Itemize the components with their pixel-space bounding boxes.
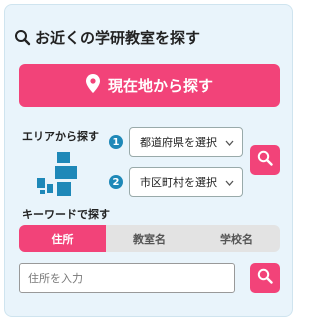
area-map-icon <box>37 152 77 202</box>
tab-classroom-name[interactable]: 教室名 <box>106 225 193 252</box>
city-select-value: 市区町村を選択 <box>140 176 217 189</box>
panel-title-text: お近くの学研教室を探す <box>35 29 201 47</box>
step-badge-2: 2 <box>109 175 123 189</box>
area-search-button[interactable] <box>250 145 280 175</box>
city-select[interactable]: 市区町村を選択 <box>129 167 243 197</box>
chevron-down-icon <box>225 176 234 189</box>
keyword-search-button[interactable] <box>250 263 280 293</box>
tab-school-name[interactable]: 学校名 <box>193 225 280 252</box>
search-icon <box>14 29 31 46</box>
keyword-tabs: 住所 教室名 学校名 <box>19 225 280 252</box>
chevron-down-icon <box>225 136 234 149</box>
search-icon <box>257 150 273 170</box>
prefecture-select[interactable]: 都道府県を選択 <box>129 127 243 157</box>
tab-address[interactable]: 住所 <box>19 225 106 252</box>
current-location-label: 現在地から探す <box>107 77 213 95</box>
search-icon <box>257 268 273 288</box>
location-pin-icon <box>85 74 100 97</box>
step-badge-1: 1 <box>109 135 123 149</box>
address-input[interactable] <box>19 263 235 293</box>
current-location-button[interactable]: 現在地から探す <box>19 64 280 107</box>
area-search-label: エリアから探す <box>22 130 99 143</box>
prefecture-select-value: 都道府県を選択 <box>140 136 217 149</box>
panel-title: お近くの学研教室を探す <box>14 27 200 48</box>
keyword-search-label: キーワードで探す <box>22 208 110 221</box>
